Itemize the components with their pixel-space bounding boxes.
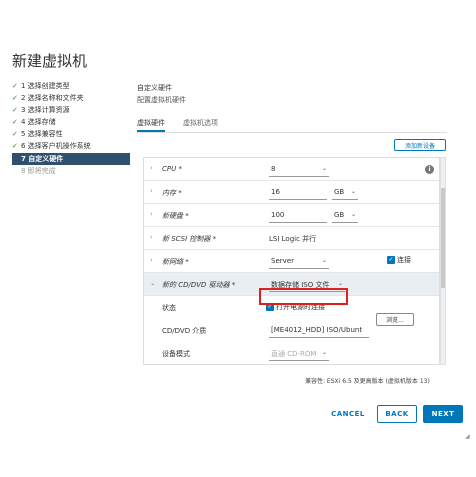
tab-vm-options[interactable]: 虚拟机选项 [183, 118, 218, 132]
next-button[interactable]: NEXT [423, 405, 463, 423]
step-label: 8 即将完成 [21, 167, 56, 175]
chevron-down-icon: ⌄ [350, 211, 356, 218]
dialog-title: 新建虚拟机 [12, 52, 88, 70]
browse-button[interactable]: 浏览... [376, 313, 414, 326]
resize-handle-icon[interactable]: ◢ [465, 433, 470, 440]
checkmark-icon: ✓ [12, 142, 18, 150]
step-8: 8 即将完成 [12, 165, 130, 177]
chevron-down-icon: ⌄ [321, 349, 327, 356]
back-button[interactable]: BACK [377, 405, 417, 423]
tab-bar: 虚拟硬件 虚拟机选项 [137, 118, 218, 132]
step-5[interactable]: ✓ 5 选择兼容性 [12, 128, 130, 140]
section-subtitle: 配置虚拟机硬件 [137, 96, 186, 104]
cpu-label: CPU * [162, 165, 182, 173]
chevron-down-icon: ⌄ [321, 165, 327, 172]
memory-label: 内存 * [162, 189, 182, 197]
chevron-down-icon[interactable]: ⌄ [150, 279, 156, 287]
checkmark-icon: ✓ [12, 118, 18, 126]
chevron-right-icon[interactable]: › [150, 233, 153, 241]
tab-virtual-hardware[interactable]: 虚拟硬件 [137, 118, 165, 132]
step-label: 2 选择名称和文件夹 [21, 94, 84, 102]
status-label: 状态 [162, 304, 176, 312]
annotation-highlight-box [259, 288, 348, 305]
checkmark-icon: ✓ [12, 82, 18, 90]
scrollbar[interactable] [440, 157, 446, 365]
disk-label: 新硬盘 * [162, 212, 189, 220]
checkmark-icon: ✓ [12, 106, 18, 114]
chevron-down-icon: ⌄ [321, 257, 327, 264]
step-2[interactable]: ✓ 2 选择名称和文件夹 [12, 92, 130, 104]
tab-divider [137, 132, 447, 133]
cpu-select[interactable]: 8 ⌄ [269, 163, 329, 177]
media-path-input[interactable]: [ME4012_HDD] ISO/Ubunt [269, 324, 369, 338]
cddvd-label: 新的 CD/DVD 驱动器 * [162, 281, 236, 289]
step-6[interactable]: ✓ 6 选择客户机操作系统 [12, 140, 130, 152]
step-label: 1 选择创建类型 [21, 82, 70, 90]
scsi-value: LSI Logic 并行 [269, 235, 317, 243]
wizard-steps: ✓ 1 选择创建类型 ✓ 2 选择名称和文件夹 ✓ 3 选择计算资源 ✓ 4 选择存储 … [12, 80, 130, 177]
hw-row-cpu: › CPU * 8 ⌄ i [144, 158, 439, 181]
chevron-down-icon: ⌄ [350, 188, 356, 195]
memory-unit-select[interactable]: GB ⌄ [332, 186, 358, 200]
hw-row-scsi: › 新 SCSI 控制器 * LSI Logic 并行 [144, 227, 439, 250]
chevron-down-icon: ⌄ [337, 280, 343, 287]
step-label: 5 选择兼容性 [21, 130, 63, 138]
step-3[interactable]: ✓ 3 选择计算资源 [12, 104, 130, 116]
step-label: 4 选择存储 [21, 118, 56, 126]
network-label: 新网络 * [162, 258, 189, 266]
device-mode-label: 设备模式 [162, 350, 190, 358]
scsi-label: 新 SCSI 控制器 * [162, 235, 217, 243]
section-title: 自定义硬件 [137, 84, 172, 92]
media-label: CD/DVD 介质 [162, 327, 207, 335]
check-icon: ✓ [387, 256, 395, 264]
chevron-right-icon[interactable]: › [150, 164, 153, 172]
step-1[interactable]: ✓ 1 选择创建类型 [12, 80, 130, 92]
hw-row-network: › 新网络 * Server ⌄ ✓ 连接 [144, 250, 439, 273]
hw-row-disk: › 新硬盘 * 100 GB ⌄ [144, 204, 439, 227]
compatibility-text: 兼容性: ESXi 6.5 及更高版本 (虚拟机版本 13) [305, 378, 430, 385]
hw-row-memory: › 内存 * 16 GB ⌄ [144, 181, 439, 204]
disk-unit-select[interactable]: GB ⌄ [332, 209, 358, 223]
info-icon[interactable]: i [425, 165, 434, 174]
step-label: 6 选择客户机操作系统 [21, 142, 91, 150]
cddvd-mode-row: 设备模式 直通 CD-ROM ⌄ [144, 342, 439, 364]
checkmark-icon: ✓ [12, 94, 18, 102]
checkmark-icon: ✓ [12, 130, 18, 138]
scrollbar-thumb[interactable] [441, 188, 445, 288]
step-label: 7 自定义硬件 [21, 155, 64, 163]
step-7-current[interactable]: 7 自定义硬件 [12, 153, 130, 165]
hardware-grid: › CPU * 8 ⌄ i › 内存 * 16 GB ⌄ › 新硬盘 * 100 G… [143, 157, 440, 365]
disk-input[interactable]: 100 [269, 209, 327, 223]
add-new-device-button[interactable]: 添加新设备 [394, 139, 446, 151]
chevron-right-icon[interactable]: › [150, 256, 153, 264]
memory-input[interactable]: 16 [269, 186, 327, 200]
network-connect-checkbox[interactable]: ✓ 连接 [387, 255, 411, 265]
chevron-right-icon[interactable]: › [150, 187, 153, 195]
cancel-button[interactable]: CANCEL [325, 405, 371, 423]
device-mode-select[interactable]: 直通 CD-ROM ⌄ [269, 347, 329, 361]
chevron-right-icon[interactable]: › [150, 210, 153, 218]
network-select[interactable]: Server ⌄ [269, 255, 329, 269]
step-label: 3 选择计算资源 [21, 106, 70, 114]
step-4[interactable]: ✓ 4 选择存储 [12, 116, 130, 128]
